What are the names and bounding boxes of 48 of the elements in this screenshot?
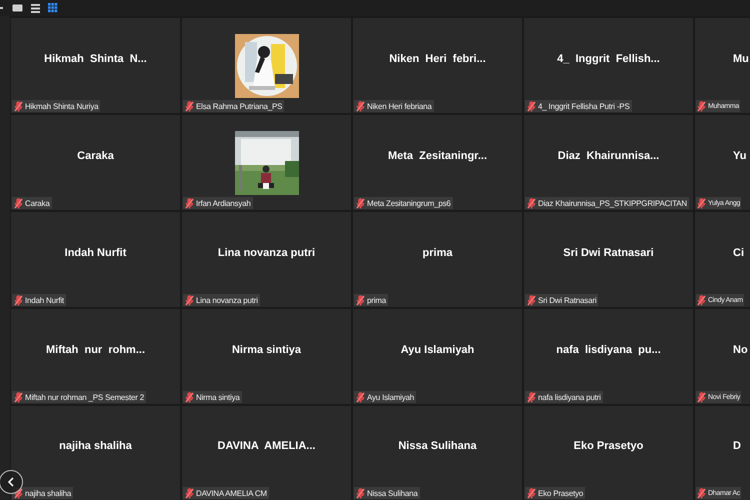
participant-name: Sri Dwi Ratnasari	[563, 246, 654, 258]
participant-name: Yu	[733, 150, 746, 162]
participant-name: No	[733, 344, 748, 356]
participant-name-label: Caraka	[12, 197, 52, 209]
participant-name-label: Diaz Khairunnisa_PS_STKIPPGRIPACITAN	[525, 197, 690, 209]
participant-name-label: Nirma sintiya	[183, 391, 242, 403]
participant-name: Indah Nurfit	[64, 246, 126, 258]
speaker-view-icon[interactable]	[12, 2, 23, 14]
participant-name: Nirma sintiya	[232, 344, 302, 356]
participant-name-label: Nissa Sulihana	[354, 487, 420, 499]
gallery-view-icon[interactable]	[48, 2, 58, 14]
participant-name: Diaz Khairunnisa...	[558, 150, 660, 162]
participant-name-label: Lina novanza putri	[183, 294, 260, 306]
participant-name: Meta Zesitaningr...	[388, 150, 488, 162]
participant-name-label: nafa lisdiyana putri	[525, 391, 603, 403]
participant-name: Hikmah Shinta N...	[44, 52, 147, 64]
participant-name: Lina novanza putri	[218, 246, 316, 258]
participant-name-label: Elsa Rahma Putriana_PS	[183, 100, 284, 112]
participant-name: 4_ Inggrit Fellish...	[557, 52, 660, 64]
participant-name: DAVINA AMELIA...	[218, 440, 316, 452]
dash-icon	[0, 7, 3, 9]
participant-name: nafa lisdiyana pu...	[556, 344, 661, 356]
participant-name-label: Sri Dwi Ratnasari	[525, 294, 598, 306]
participant-name: Niken Heri febri...	[389, 52, 486, 64]
participant-name-label: prima	[354, 294, 388, 306]
participant-name: Miftah nur rohm...	[46, 344, 145, 356]
participant-name-label: Miftah nur rohman _PS Semester 2	[12, 391, 146, 403]
participant-name-label: Hikmah Shinta Nuriya	[12, 100, 100, 112]
participant-name: Nissa Sulihana	[398, 440, 477, 452]
participant-name-label: DAVINA AMELIA CM	[183, 487, 269, 499]
participant-name: prima	[422, 246, 452, 258]
participant-name: najiha shaliha	[59, 440, 132, 452]
participant-name-label: Eko Prasetyo	[525, 487, 586, 499]
participant-name-label: Ayu Islamiyah	[354, 391, 416, 403]
participant-name: D	[733, 440, 741, 452]
participant-name: Caraka	[77, 150, 114, 162]
participant-name: Ci	[733, 246, 744, 258]
participant-name-label: Niken Heri febriana	[354, 100, 434, 112]
participant-name: Eko Prasetyo	[574, 440, 644, 452]
participant-name-label: 4_ Inggrit Fellisha Putri -PS	[525, 100, 632, 112]
participant-name-label: Irfan Ardiansyah	[183, 197, 253, 209]
chevron-left-icon	[7, 477, 15, 487]
participant-name-label: najiha shaliha	[12, 487, 74, 499]
participant-name: Mu	[733, 52, 749, 64]
participant-name-label: Meta Zesitaningrum_ps6	[354, 197, 453, 209]
participant-name: Ayu Islamiyah	[400, 344, 474, 356]
stack-view-icon[interactable]	[31, 2, 40, 14]
participant-name-label: Indah Nurfit	[12, 294, 66, 306]
